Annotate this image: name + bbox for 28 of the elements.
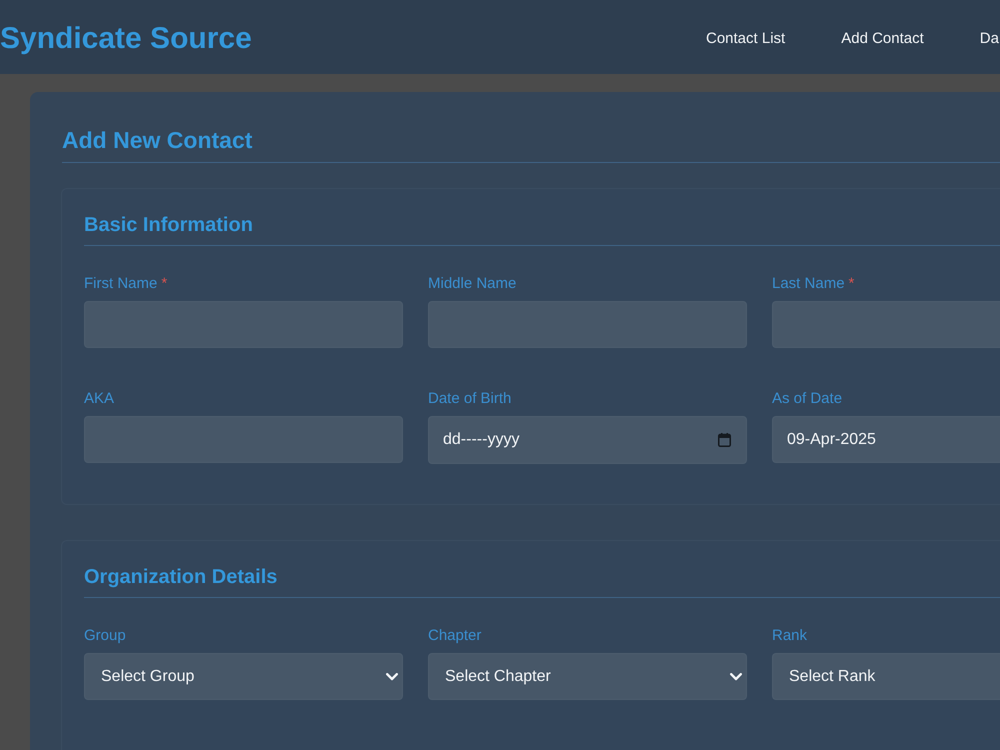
select-field[interactable]: Select Group — [84, 653, 403, 700]
field-label: Middle Name — [428, 274, 516, 294]
input-field[interactable] — [772, 301, 1000, 348]
section-heading: Basic Information — [84, 213, 253, 238]
chevron-down-icon[interactable] — [730, 672, 742, 680]
nav-link[interactable]: Contact List — [706, 28, 786, 48]
select-field[interactable]: Select Rank — [772, 653, 1000, 700]
app-logo[interactable]: Syndicate Source — [0, 20, 252, 56]
input-field[interactable] — [428, 301, 747, 348]
field-label: Chapter — [428, 626, 482, 646]
field-label: As of Date — [772, 389, 842, 409]
calendar-icon[interactable] — [718, 433, 731, 447]
nav-link[interactable]: Add Contact — [841, 28, 924, 48]
field-label: Rank — [772, 626, 808, 646]
field-label: Last Name * — [772, 274, 854, 294]
section-heading: Organization Details — [84, 565, 278, 590]
date-field[interactable]: dd-----yyyy — [428, 416, 747, 464]
field-label: Group — [84, 626, 126, 646]
input-field[interactable]: 09-Apr-2025 — [772, 416, 1000, 463]
field-label: AKA — [84, 389, 114, 409]
input-field[interactable] — [84, 301, 403, 348]
chevron-down-icon[interactable] — [386, 672, 398, 680]
select-field[interactable]: Select Chapter — [428, 653, 747, 700]
page-title: Add New Contact — [62, 126, 252, 154]
nav-link[interactable]: Da — [980, 28, 999, 48]
input-field[interactable] — [84, 416, 403, 463]
field-label: Date of Birth — [428, 389, 512, 409]
field-label: First Name * — [84, 274, 168, 294]
